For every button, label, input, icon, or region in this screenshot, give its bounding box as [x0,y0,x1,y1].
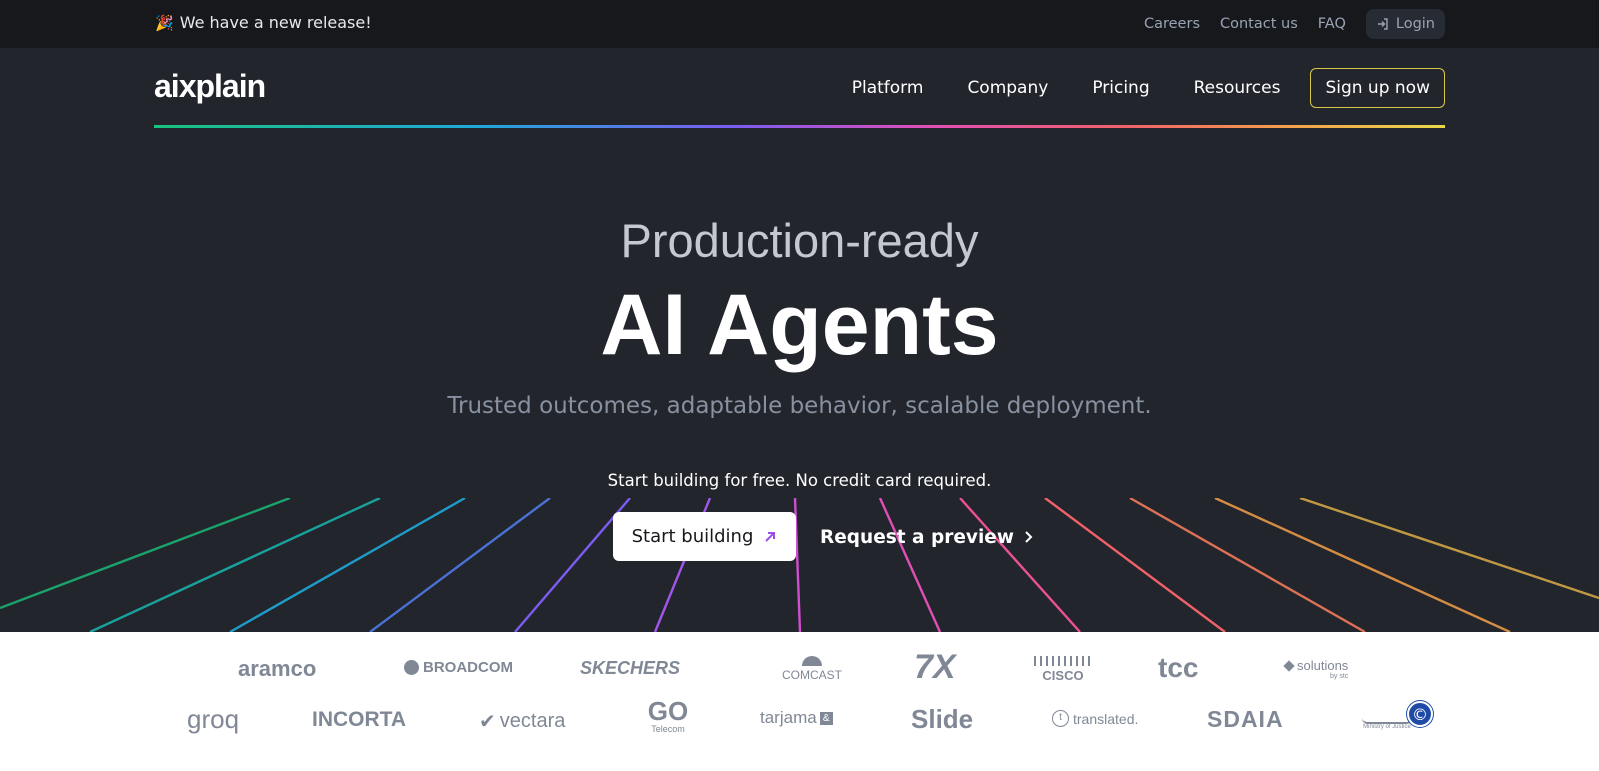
groq-logo: groq [187,704,240,734]
skechers-logo: SKECHERS [580,658,681,678]
incorta-logo: INCORTA [312,708,407,731]
slide-logo: Slide [911,704,974,734]
perspective-grid [0,498,1599,632]
top-links: Careers Contact us FAQ Login [1124,9,1445,39]
arrow-up-right-icon [765,531,776,542]
tarjama-logo: tarjama & [760,708,833,728]
cisco-bars-icon [1034,656,1092,666]
main-nav: Platform Company Pricing Resources Sign … [808,68,1445,108]
hero-section: aixplain Platform Company Pricing Resour… [0,48,1599,632]
copyright-icon[interactable]: © [1407,701,1433,727]
hero-pretitle: Production-ready [620,214,979,267]
go-telecom-sub: Telecom [651,724,685,734]
broadcom-logo: BROADCOM [404,659,513,676]
sdaia-logo: SDAIA [1207,706,1284,732]
peacock-icon [802,656,822,666]
solutions-by: by stc [1330,673,1349,680]
rainbow-divider [154,125,1445,128]
broadcom-icon [404,660,419,675]
login-label: Login [1395,16,1435,32]
login-button[interactable]: Login [1365,9,1445,39]
go-text: GO [647,696,689,726]
request-preview-label: Request a preview [820,526,1014,548]
aixplain-logo[interactable]: aixplain [154,68,266,105]
release-text: We have a new release! [179,13,372,32]
request-preview-link[interactable]: Request a preview [820,522,1034,552]
nav-pricing[interactable]: Pricing [1092,78,1149,98]
solutions-logo: solutions by stc [1283,658,1349,680]
vectara-text: vectara [499,710,566,732]
contact-link[interactable]: Contact us [1220,16,1298,32]
nav-company[interactable]: Company [967,78,1048,98]
tarjama-text: tarjama [760,708,817,727]
vectara-logo: ✔ vectara [479,709,565,734]
solutions-icon [1283,659,1295,672]
nav-platform[interactable]: Platform [852,78,924,98]
hero-subtitle: Trusted outcomes, adaptable behavior, sc… [447,393,1152,419]
tcc-logo: tcc [1158,652,1199,683]
cisco-text: CISCO [1042,668,1084,683]
comcast-text: COMCAST [782,668,842,682]
tarjama-ampersand-icon: & [819,711,833,725]
comcast-logo: COMCAST [780,656,844,682]
announcement-bar: 🎉 We have a new release! Careers Contact… [0,0,1599,48]
translated-text: translated. [1073,710,1139,727]
go-telecom-logo: GO Telecom [645,698,691,734]
faq-link[interactable]: FAQ [1318,16,1346,32]
party-icon: 🎉 [155,13,174,32]
chevron-right-icon [1025,531,1033,543]
solutions-text: solutions [1297,658,1349,673]
cisco-logo: CISCO [1034,656,1092,683]
aramco-logo: aramco [238,656,317,681]
login-icon [1377,18,1388,30]
vectara-check-icon: ✔ [479,711,496,733]
signup-button[interactable]: Sign up now [1310,68,1445,108]
start-building-label: Start building [631,526,754,547]
hero-title: AI Agents [600,277,999,373]
release-announcement[interactable]: 🎉 We have a new release! [155,13,372,32]
nav-resources[interactable]: Resources [1194,78,1281,98]
translated-icon: t [1052,710,1069,727]
careers-link[interactable]: Careers [1144,16,1200,32]
7x-logo: 7X [914,648,956,686]
moj-text: Ministry of Justice [1363,724,1411,730]
client-logos: aramco BROADCOM SKECHERS COMCAST 7X CISC… [0,632,1599,771]
broadcom-text: BROADCOM [423,659,513,676]
moj-emblem-icon [1362,704,1412,724]
start-building-button[interactable]: Start building [613,512,796,561]
translated-logo: t translated. [1052,710,1138,727]
free-note: Start building for free. No credit card … [607,471,992,490]
